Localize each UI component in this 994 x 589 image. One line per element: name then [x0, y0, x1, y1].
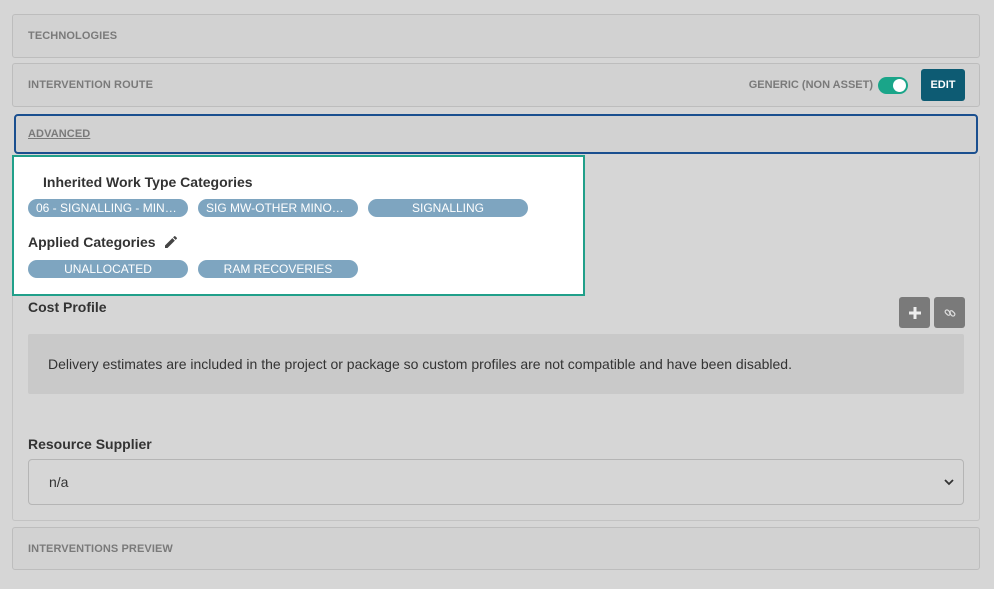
pencil-icon[interactable]: [163, 234, 179, 250]
inherited-category-chip: 06 - SIGNALLING - MINOR WORKS: [28, 199, 188, 217]
inherited-category-chip: SIG MW-OTHER MINOR WORKS: [198, 199, 358, 217]
add-cost-profile-button[interactable]: [899, 297, 930, 328]
chevron-down-icon: [944, 479, 954, 486]
section-advanced[interactable]: ADVANCED: [14, 114, 978, 154]
cost-profile-title: Cost Profile: [28, 299, 107, 315]
section-interventions-preview[interactable]: INTERVENTIONS PREVIEW: [12, 527, 980, 570]
page: TECHNOLOGIES INTERVENTION ROUTE GENERIC …: [0, 0, 994, 589]
section-technologies-label: TECHNOLOGIES: [28, 30, 118, 42]
resource-supplier-value: n/a: [49, 474, 69, 490]
section-intervention-route-label: INTERVENTION ROUTE: [28, 79, 154, 91]
route-controls: GENERIC (NON ASSET) EDIT: [748, 69, 965, 101]
applied-categories-header: Applied Categories: [28, 234, 179, 250]
inherited-categories-title: Inherited Work Type Categories: [43, 174, 253, 190]
categories-popover: Inherited Work Type Categories 06 - SIGN…: [12, 155, 585, 296]
section-technologies[interactable]: TECHNOLOGIES: [12, 14, 980, 58]
plus-icon: [908, 306, 921, 319]
generic-toggle-label: GENERIC (NON ASSET): [748, 79, 873, 91]
link-icon: [944, 308, 955, 317]
resource-supplier-title: Resource Supplier: [28, 436, 152, 452]
generic-toggle[interactable]: [878, 76, 908, 94]
section-interventions-preview-label: INTERVENTIONS PREVIEW: [28, 542, 173, 555]
resource-supplier-select[interactable]: n/a: [28, 459, 964, 505]
link-cost-profile-button[interactable]: [934, 297, 965, 328]
cost-profile-notice: Delivery estimates are included in the p…: [28, 334, 964, 394]
inherited-category-chip: SIGNALLING: [368, 199, 528, 217]
section-advanced-label[interactable]: ADVANCED: [28, 128, 90, 140]
section-intervention-route[interactable]: INTERVENTION ROUTE GENERIC (NON ASSET) E…: [12, 63, 980, 107]
applied-category-chip: UNALLOCATED: [28, 260, 188, 278]
edit-button[interactable]: EDIT: [921, 69, 965, 101]
applied-category-chip: RAM RECOVERIES: [198, 260, 358, 278]
applied-categories-title: Applied Categories: [28, 234, 156, 250]
